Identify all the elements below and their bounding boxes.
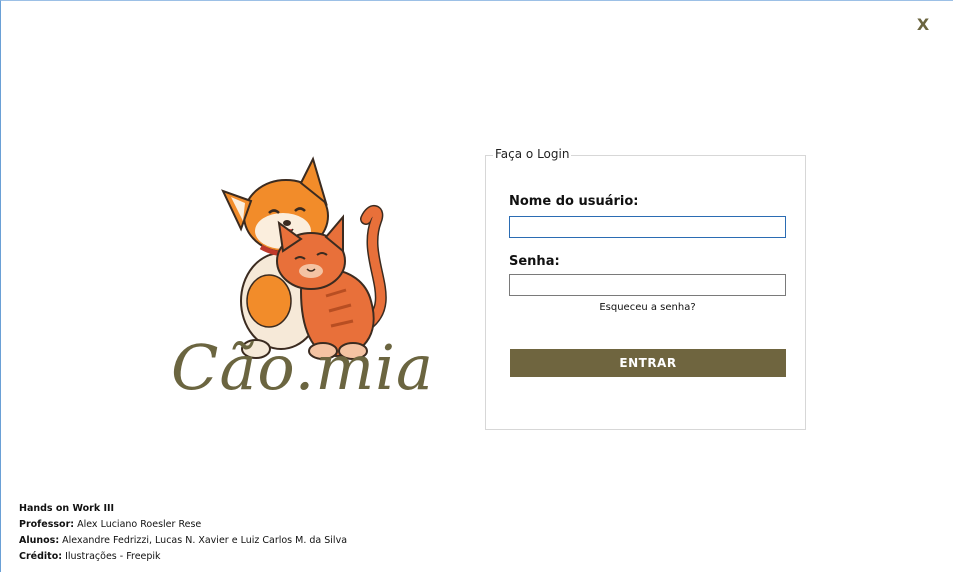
password-input[interactable] bbox=[509, 274, 786, 296]
logo: Cão.mia bbox=[161, 151, 441, 413]
students-key: Alunos: bbox=[19, 535, 60, 546]
credits: Hands on Work III Professor: Alex Lucian… bbox=[19, 501, 347, 565]
login-button[interactable]: ENTRAR bbox=[510, 349, 786, 377]
logo-text: Cão.mia bbox=[171, 331, 434, 404]
login-legend: Faça o Login bbox=[493, 147, 572, 161]
credits-students: Alunos: Alexandre Fedrizzi, Lucas N. Xav… bbox=[19, 533, 347, 549]
password-label: Senha: bbox=[509, 254, 560, 269]
username-input[interactable] bbox=[509, 216, 786, 238]
credits-credit: Crédito: Ilustrações - Freepik bbox=[19, 549, 347, 565]
professor-value: Alex Luciano Roesler Rese bbox=[77, 519, 202, 530]
credits-professor: Professor: Alex Luciano Roesler Rese bbox=[19, 517, 347, 533]
credit-key: Crédito: bbox=[19, 551, 63, 562]
close-button[interactable]: X bbox=[913, 13, 933, 37]
credits-title: Hands on Work III bbox=[19, 503, 115, 514]
username-label: Nome do usuário: bbox=[509, 194, 639, 209]
students-value: Alexandre Fedrizzi, Lucas N. Xavier e Lu… bbox=[62, 535, 348, 546]
login-panel: Faça o Login Nome do usuário: Senha: Esq… bbox=[485, 147, 806, 430]
forgot-password-link[interactable]: Esqueceu a senha? bbox=[509, 302, 786, 313]
professor-key: Professor: bbox=[19, 519, 75, 530]
credit-value: Ilustrações - Freepik bbox=[65, 551, 161, 562]
